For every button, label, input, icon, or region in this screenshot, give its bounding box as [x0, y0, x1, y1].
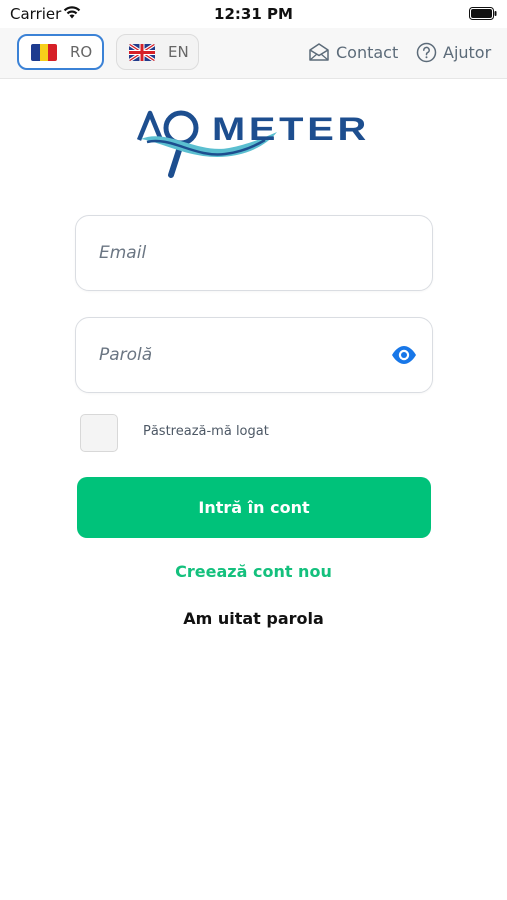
contact-link[interactable]: Contact	[308, 42, 398, 62]
eye-icon[interactable]	[391, 345, 417, 365]
contact-label: Contact	[336, 42, 399, 62]
help-link[interactable]: Ajutor	[416, 42, 491, 63]
email-field[interactable]	[75, 215, 433, 291]
question-circle-icon	[416, 42, 437, 63]
status-bar: Carrier 12:31 PM	[0, 0, 507, 28]
email-input[interactable]	[99, 216, 389, 290]
remember-me-label: Păstrează-mă logat	[143, 424, 269, 439]
forgot-password-link[interactable]: Am uitat parola	[0, 609, 507, 628]
language-ro-label: RO	[70, 43, 93, 61]
remember-me-checkbox[interactable]	[80, 414, 118, 452]
battery-icon	[469, 7, 497, 20]
uk-flag-icon	[129, 43, 155, 61]
envelope-icon	[309, 43, 329, 61]
password-field[interactable]	[75, 317, 433, 393]
svg-text:METER: METER	[212, 111, 370, 147]
language-en-button[interactable]: EN	[116, 34, 199, 70]
top-nav: RO EN Contact Ajutor	[0, 28, 507, 79]
aqmeter-logo: METER	[137, 110, 370, 178]
language-en-label: EN	[168, 43, 189, 61]
help-label: Ajutor	[443, 43, 492, 62]
clock: 12:31 PM	[214, 5, 293, 23]
language-ro-button[interactable]: RO	[17, 34, 104, 70]
password-input[interactable]	[99, 318, 389, 392]
create-account-link[interactable]: Creează cont nou	[0, 562, 507, 581]
login-button[interactable]: Intră în cont	[77, 477, 431, 538]
romania-flag-icon	[31, 43, 57, 61]
